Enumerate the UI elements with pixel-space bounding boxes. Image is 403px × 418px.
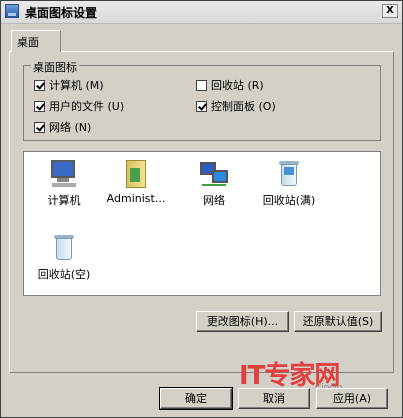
checkbox-label: 回收站 (R) xyxy=(211,79,264,92)
checkbox-box[interactable] xyxy=(34,100,45,112)
tab-desktop[interactable]: 桌面 xyxy=(11,30,61,52)
computer-icon xyxy=(48,158,80,188)
ok-button[interactable]: 确定 xyxy=(159,387,233,410)
checkbox-user-files[interactable]: 用户的文件 (U) xyxy=(34,98,124,114)
recycle-bin-full-icon xyxy=(273,158,305,188)
checkbox-label: 控制面板 (O) xyxy=(211,100,276,113)
title-bar[interactable]: 桌面图标设置 X xyxy=(1,1,402,24)
icon-label: 网络 xyxy=(203,194,225,207)
user-folder-icon xyxy=(120,158,152,188)
app-icon xyxy=(5,4,19,18)
icon-label: 计算机 xyxy=(47,194,81,207)
close-button[interactable]: X xyxy=(382,4,398,18)
checkbox-box[interactable] xyxy=(34,79,45,91)
icon-list-view[interactable]: 计算机 Administ... 网络 回收站(满) 回收站(空) xyxy=(23,151,381,296)
group-legend: 桌面图标 xyxy=(31,59,79,75)
network-icon xyxy=(198,158,230,188)
list-item-recycle-bin-full[interactable]: 回收站(满) xyxy=(249,158,329,208)
list-item-network[interactable]: 网络 xyxy=(174,158,254,208)
checkbox-label: 用户的文件 (U) xyxy=(49,100,125,113)
change-icon-button[interactable]: 更改图标(H)... xyxy=(196,311,289,332)
recycle-bin-empty-icon xyxy=(48,232,80,262)
checkbox-label: 网络 (N) xyxy=(49,121,92,134)
cancel-button[interactable]: 取消 xyxy=(238,388,310,409)
checkbox-network[interactable]: 网络 (N) xyxy=(34,119,91,135)
list-item-computer[interactable]: 计算机 xyxy=(24,158,104,208)
apply-button[interactable]: 应用(A) xyxy=(316,388,388,409)
icon-label: 回收站(空) xyxy=(37,268,91,281)
icon-label: Administ... xyxy=(106,192,166,205)
checkbox-box[interactable] xyxy=(196,79,207,91)
tab-label: 桌面 xyxy=(17,36,39,49)
checkbox-control-panel[interactable]: 控制面板 (O) xyxy=(196,98,276,114)
checkbox-box[interactable] xyxy=(34,121,45,133)
icon-label: 回收站(满) xyxy=(262,194,316,207)
watermark: IT专家网 Ciocio xyxy=(239,355,342,393)
checkbox-box[interactable] xyxy=(196,100,207,112)
checkbox-label: 计算机 (M) xyxy=(49,79,104,92)
list-item-recycle-bin-empty[interactable]: 回收站(空) xyxy=(24,232,104,282)
window-title: 桌面图标设置 xyxy=(25,6,98,20)
checkbox-computer[interactable]: 计算机 (M) xyxy=(34,77,104,93)
checkbox-recycle-bin[interactable]: 回收站 (R) xyxy=(196,77,264,93)
list-item-user-folder[interactable]: Administ... xyxy=(96,158,176,205)
desktop-icon-settings-dialog: 桌面图标设置 X 桌面 桌面图标 计算机 (M) 回收站 (R) 用户的文件 (… xyxy=(0,0,403,418)
restore-default-button[interactable]: 还原默认值(S) xyxy=(294,311,382,332)
